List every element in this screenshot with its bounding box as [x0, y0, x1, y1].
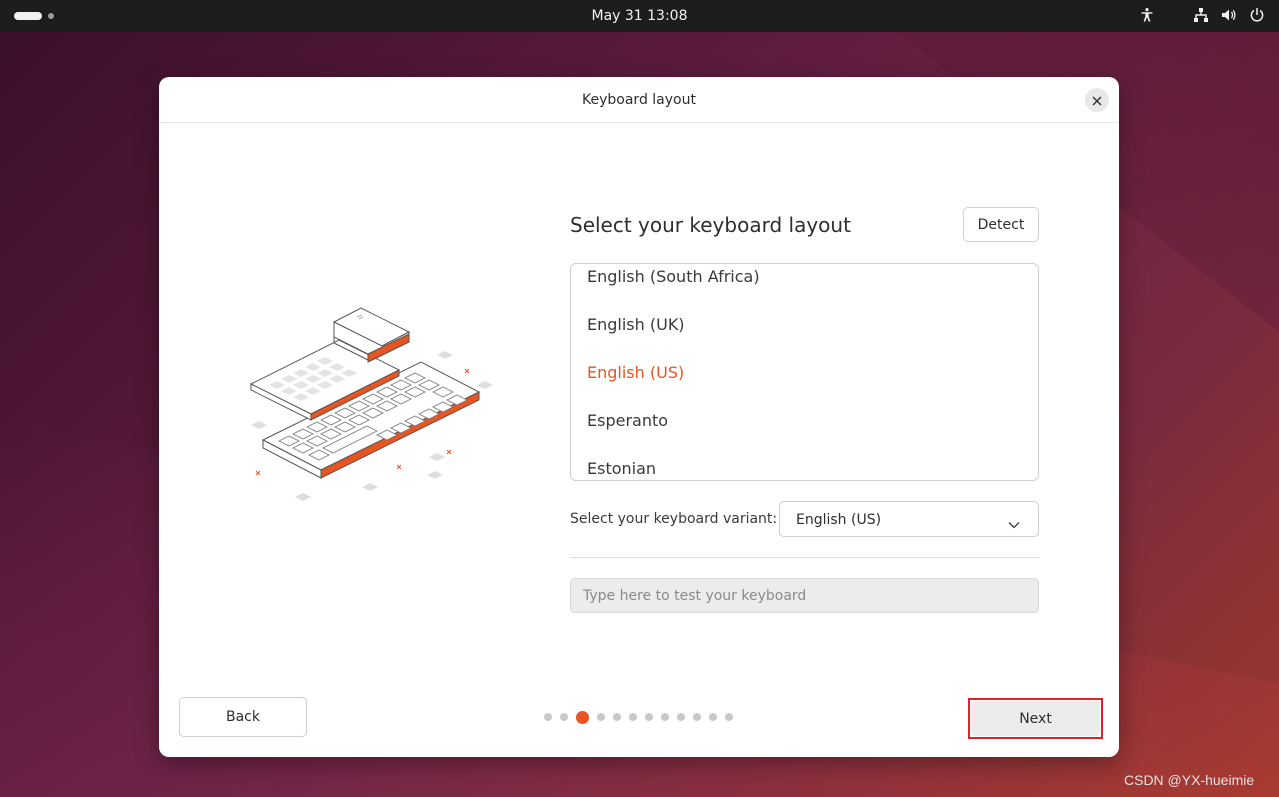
variant-label: Select your keyboard variant: — [570, 511, 778, 527]
step-progress-indicator — [544, 710, 733, 724]
list-item[interactable]: English (UK) — [587, 315, 685, 334]
list-item[interactable]: Esperanto — [587, 411, 668, 430]
keyboard-layout-dialog: Keyboard layout Select your keyboard lay… — [159, 77, 1119, 757]
watermark: CSDN @YX-hueimie — [1124, 772, 1255, 788]
back-button[interactable]: Back — [179, 697, 307, 737]
list-item[interactable]: English (South Africa) — [587, 267, 760, 286]
dialog-header: Keyboard layout — [159, 77, 1119, 123]
close-icon — [1092, 91, 1102, 110]
variant-selected-value: English (US) — [796, 512, 882, 528]
progress-dot — [544, 713, 552, 721]
network-icon[interactable] — [1193, 7, 1209, 23]
list-item-selected[interactable]: English (US) — [587, 363, 684, 382]
list-item[interactable]: Estonian — [587, 459, 656, 478]
close-button[interactable] — [1085, 88, 1109, 112]
progress-dot — [661, 713, 669, 721]
system-tray[interactable] — [1139, 7, 1265, 23]
progress-dot — [677, 713, 685, 721]
keyboard-illustration — [249, 307, 509, 512]
power-icon[interactable] — [1249, 7, 1265, 23]
detect-button[interactable]: Detect — [963, 207, 1039, 242]
progress-dot — [693, 713, 701, 721]
volume-icon[interactable] — [1221, 7, 1237, 23]
clock[interactable]: May 31 13:08 — [0, 8, 1279, 24]
progress-dot — [560, 713, 568, 721]
progress-dot — [629, 713, 637, 721]
dialog-title: Keyboard layout — [582, 92, 696, 108]
keyboard-layout-list[interactable]: English (South Africa) English (UK) Engl… — [570, 263, 1039, 481]
progress-dot — [597, 713, 605, 721]
progress-dot — [645, 713, 653, 721]
variant-dropdown[interactable]: English (US) — [779, 501, 1039, 537]
next-button[interactable]: Next — [971, 701, 1100, 736]
top-bar: May 31 13:08 — [0, 0, 1279, 32]
keyboard-test-input[interactable] — [570, 578, 1039, 613]
page-heading: Select your keyboard layout — [570, 213, 851, 237]
progress-dot — [709, 713, 717, 721]
divider — [570, 557, 1039, 558]
accessibility-icon[interactable] — [1139, 7, 1155, 23]
progress-dot — [613, 713, 621, 721]
progress-dot-current — [576, 710, 589, 724]
progress-dot — [725, 713, 733, 721]
chevron-down-icon — [1008, 514, 1020, 533]
